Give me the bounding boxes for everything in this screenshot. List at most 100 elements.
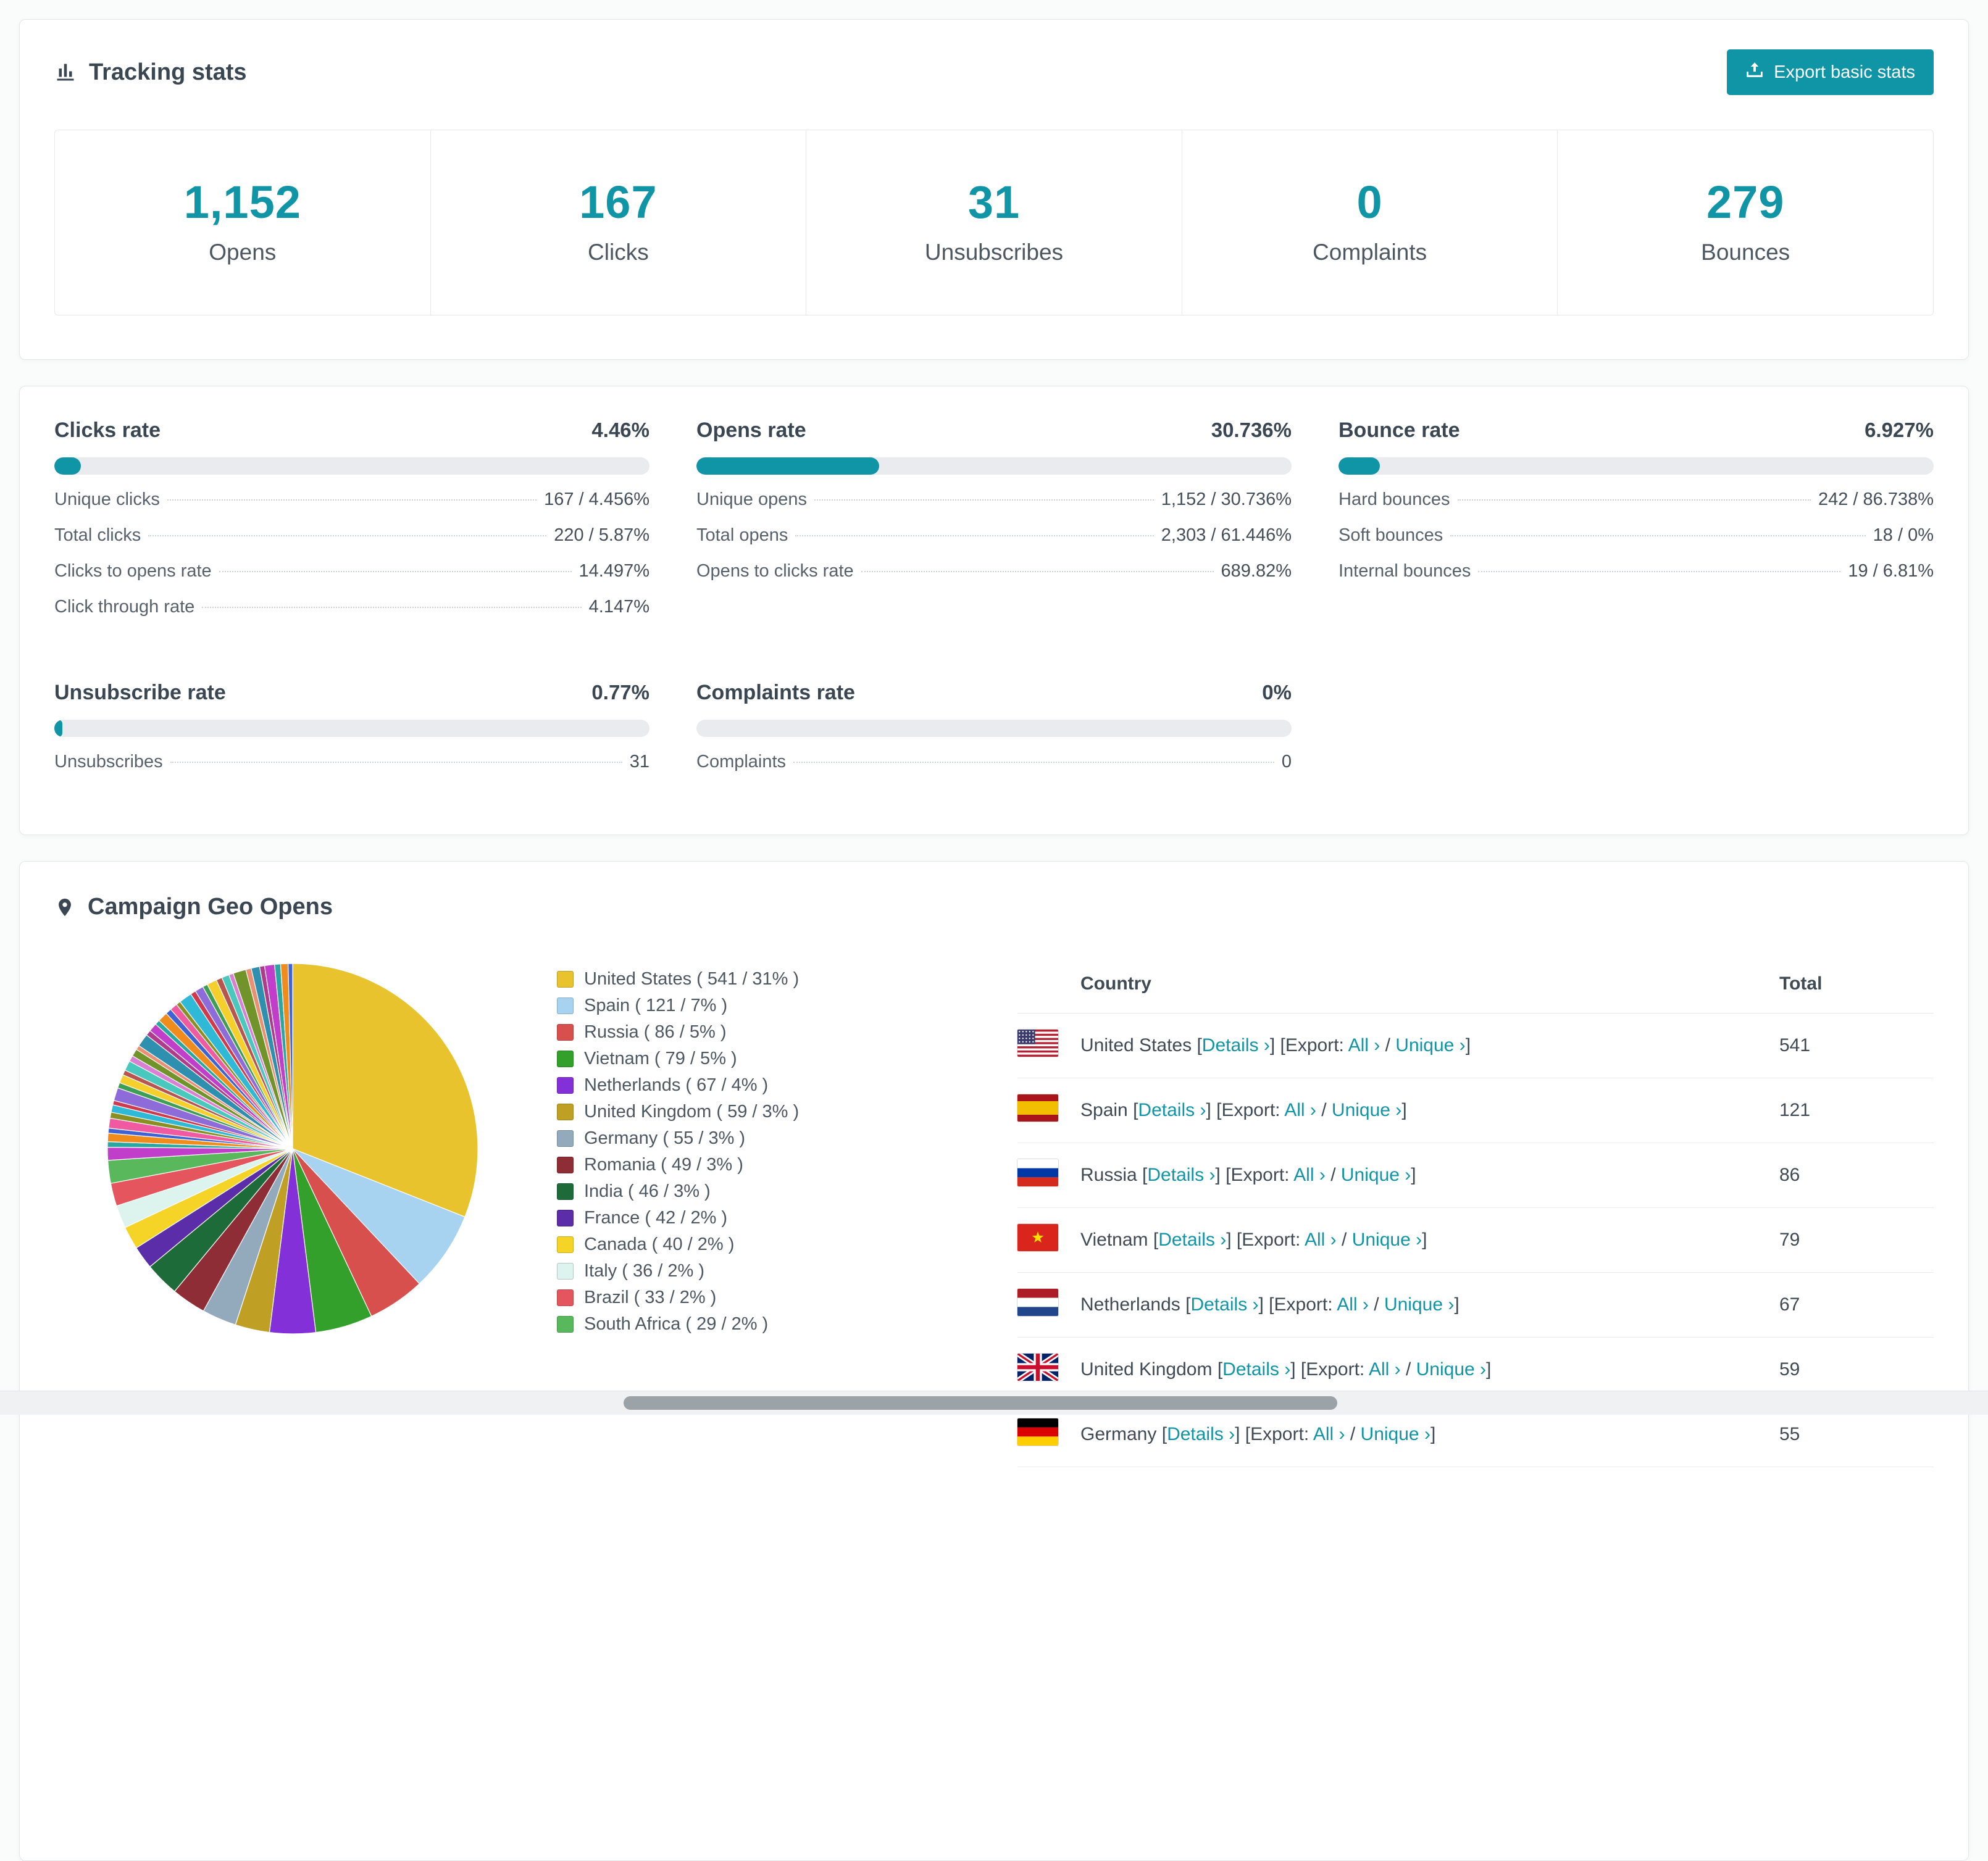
legend-item: South Africa ( 29 / 2% ): [557, 1311, 977, 1338]
rate-head: Bounce rate 6.927%: [1339, 418, 1934, 443]
flag-nl-icon: [1017, 1289, 1058, 1316]
rate-detail-label: Total clicks: [54, 525, 141, 545]
geo-table-row: Russia [Details ›] [Export: All › / Uniq…: [1017, 1143, 1934, 1208]
bracket-close: ]: [1206, 1100, 1211, 1120]
geo-header: Campaign Geo Opens: [54, 894, 1934, 920]
bracket-open: [: [1217, 1359, 1223, 1380]
export-all-link[interactable]: All ›: [1293, 1165, 1326, 1185]
legend-label: India ( 46 / 3% ): [584, 1181, 711, 1201]
legend-swatch: [557, 1157, 574, 1173]
legend-label: Spain ( 121 / 7% ): [584, 996, 728, 1015]
bracket-close: ]: [1290, 1359, 1296, 1380]
rate-head: Complaints rate 0%: [696, 681, 1292, 705]
export-unique-link[interactable]: Unique ›: [1332, 1100, 1401, 1120]
export-all-link[interactable]: All ›: [1348, 1035, 1380, 1055]
details-link[interactable]: Details ›: [1147, 1165, 1215, 1185]
rate-detail-value: 0: [1281, 752, 1292, 772]
legend-item: Brazil ( 33 / 2% ): [557, 1284, 977, 1311]
export-unique-link[interactable]: Unique ›: [1361, 1424, 1430, 1444]
legend-swatch: [557, 997, 574, 1014]
slash: /: [1405, 1359, 1411, 1380]
flag-es-icon: [1017, 1094, 1058, 1122]
details-link[interactable]: Details ›: [1190, 1294, 1258, 1315]
rate-rows: Unique opens 1,152 / 30.736% Total opens 2,…: [696, 489, 1292, 597]
rate-head: Unsubscribe rate 0.77%: [54, 681, 649, 705]
stat-value: 0: [1356, 177, 1383, 228]
details-link[interactable]: Details ›: [1138, 1100, 1206, 1120]
export-basic-stats-button[interactable]: Export basic stats: [1727, 49, 1934, 95]
export-all-link[interactable]: All ›: [1305, 1230, 1337, 1250]
geo-title-text: Campaign Geo Opens: [88, 894, 333, 920]
stat-box: 31 Unsubscribes: [806, 130, 1182, 315]
export-all-link[interactable]: All ›: [1284, 1100, 1316, 1120]
legend-label: Germany ( 55 / 3% ): [584, 1128, 746, 1148]
rate-title: Clicks rate: [54, 418, 161, 442]
rate-head: Clicks rate 4.46%: [54, 418, 649, 443]
rate-detail-row: Unique opens 1,152 / 30.736%: [696, 489, 1292, 525]
bracket-close: ]: [1411, 1165, 1416, 1185]
export-prefix: [Export:: [1245, 1424, 1309, 1444]
details-link[interactable]: Details ›: [1158, 1230, 1226, 1250]
legend-label: South Africa ( 29 / 2% ): [584, 1314, 769, 1334]
slash: /: [1342, 1230, 1347, 1250]
rate-percent: 0.77%: [591, 681, 649, 704]
export-unique-link[interactable]: Unique ›: [1395, 1035, 1465, 1055]
rate-detail-value: 19 / 6.81%: [1848, 561, 1934, 581]
tracking-stats-header: Tracking stats Export basic stats: [54, 49, 1934, 95]
flag-de-icon: [1017, 1418, 1058, 1446]
stat-label: Complaints: [1313, 239, 1427, 265]
geo-table-row: Vietnam [Details ›] [Export: All › / Uni…: [1017, 1207, 1934, 1273]
rate-detail-value: 1,152 / 30.736%: [1161, 489, 1292, 509]
rate-title: Bounce rate: [1339, 418, 1460, 442]
country-cell: Russia [Details ›] [Export: All › / Uniq…: [1080, 1143, 1779, 1208]
rate-title: Unsubscribe rate: [54, 681, 226, 704]
rate-detail-value: 4.147%: [588, 597, 649, 617]
rate-detail-label: Unique clicks: [54, 489, 160, 509]
details-link[interactable]: Details ›: [1167, 1424, 1235, 1444]
country-name: Germany: [1080, 1424, 1157, 1444]
dotted-leader: [793, 762, 1274, 763]
legend-swatch: [557, 1051, 574, 1067]
country-name: United Kingdom: [1080, 1359, 1213, 1380]
country-name: United States: [1080, 1035, 1192, 1055]
stat-value: 279: [1706, 177, 1785, 228]
bracket-close: ]: [1430, 1424, 1436, 1444]
rate-panel: Opens rate 30.736% Unique opens 1,152 / 3…: [696, 418, 1292, 633]
export-unique-link[interactable]: Unique ›: [1352, 1230, 1422, 1250]
rate-detail-row: Click through rate 4.147%: [54, 597, 649, 633]
legend-item: United Kingdom ( 59 / 3% ): [557, 1099, 977, 1125]
rate-rows: Unique clicks 167 / 4.456% Total clicks 220…: [54, 489, 649, 633]
export-all-link[interactable]: All ›: [1337, 1294, 1369, 1315]
rate-detail-label: Opens to clicks rate: [696, 561, 854, 581]
geo-legend: United States ( 541 / 31% ) Spain ( 121 /…: [557, 957, 977, 1338]
dotted-leader: [814, 499, 1154, 501]
slash: /: [1330, 1165, 1336, 1185]
export-unique-link[interactable]: Unique ›: [1416, 1359, 1486, 1380]
horizontal-scrollbar[interactable]: [0, 1391, 1988, 1415]
details-link[interactable]: Details ›: [1202, 1035, 1270, 1055]
stat-box: 279 Bounces: [1557, 130, 1934, 315]
slash: /: [1385, 1035, 1390, 1055]
rate-detail-value: 2,303 / 61.446%: [1161, 525, 1292, 545]
export-prefix: [Export:: [1300, 1359, 1365, 1380]
rate-detail-value: 14.497%: [578, 561, 650, 581]
export-all-link[interactable]: All ›: [1369, 1359, 1401, 1380]
flag-column-header: [1017, 957, 1080, 1014]
stat-label: Clicks: [588, 239, 649, 265]
export-all-link[interactable]: All ›: [1313, 1424, 1345, 1444]
details-link[interactable]: Details ›: [1222, 1359, 1290, 1380]
scrollbar-thumb[interactable]: [624, 1396, 1337, 1410]
rate-progress-fill: [1339, 457, 1380, 475]
legend-swatch: [557, 1289, 574, 1306]
export-unique-link[interactable]: Unique ›: [1384, 1294, 1454, 1315]
legend-label: Canada ( 40 / 2% ): [584, 1234, 735, 1254]
rates-card: Clicks rate 4.46% Unique clicks 167 / 4.4…: [19, 386, 1969, 835]
rate-progress-fill: [54, 720, 62, 737]
rate-detail-label: Complaints: [696, 752, 787, 772]
bracket-open: [: [1153, 1230, 1159, 1250]
rate-detail-value: 242 / 86.738%: [1818, 489, 1934, 509]
export-unique-link[interactable]: Unique ›: [1341, 1165, 1411, 1185]
rate-detail-row: Complaints 0: [696, 752, 1292, 788]
country-total: 79: [1779, 1207, 1934, 1273]
geo-title: Campaign Geo Opens: [54, 894, 333, 920]
